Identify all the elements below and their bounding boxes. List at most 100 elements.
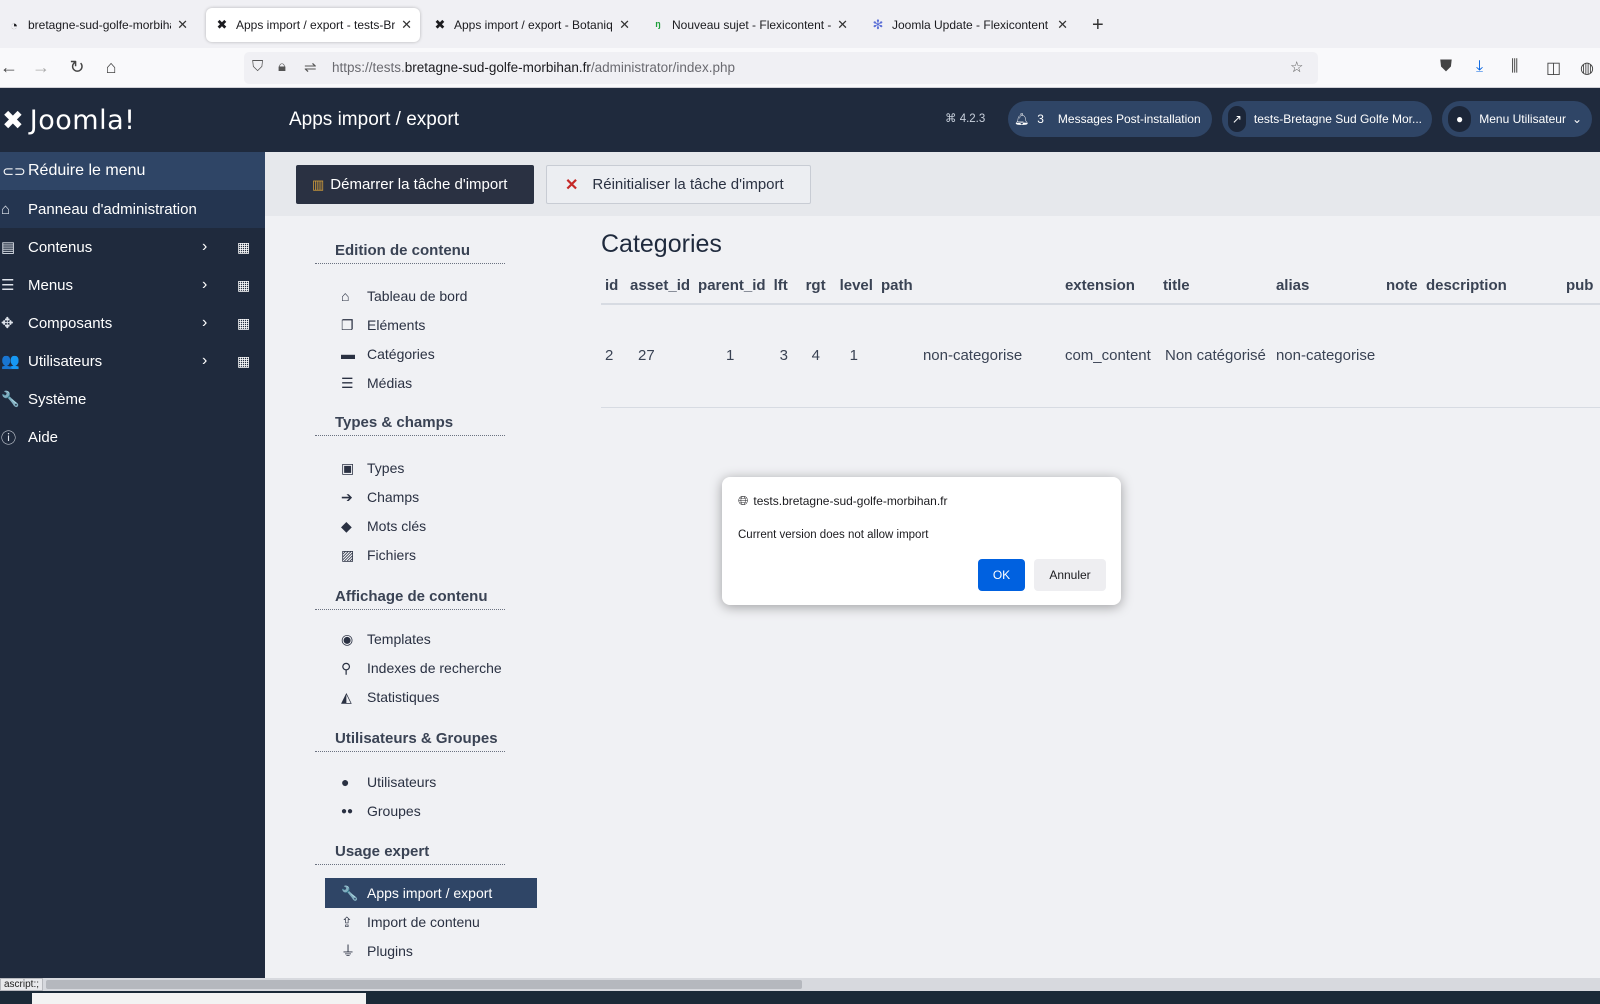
chart-icon: ◭ [341,688,352,705]
reset-import-button[interactable]: ✕ Réinitialiser la tâche d'import [546,165,811,204]
table-cell [1561,304,1600,408]
browser-tab[interactable]: ◔ bretagne-sud-golfe-morbihan.f ✕ [0,8,196,42]
permissions-icon[interactable]: ⇌ [304,58,317,76]
home-icon[interactable]: ⌂ [100,57,122,78]
dialog-message: Current version does not allow import [738,529,929,541]
subnav-item-apps-import-export[interactable]: 🔧 Apps import / export [325,878,537,908]
user-menu-label: Menu Utilisateur [1479,112,1566,126]
chevron-right-icon[interactable]: › [202,314,207,332]
cancel-button[interactable]: Annuler [1034,559,1106,591]
subnav-item-categories[interactable]: ▬ Catégories [341,339,543,369]
sidebar-item-users[interactable]: 👥 Utilisateurs › ▦ [0,342,265,380]
dashboard-grid-icon[interactable]: ▦ [237,315,250,332]
table-cell: 27 [626,304,695,408]
subnav-item-search-indexes[interactable]: ⚲ Indexes de recherche [341,653,543,683]
subnav-item-label: Templates [367,631,431,647]
sidebar-item-content[interactable]: ▤ Contenus › ▦ [0,228,265,266]
dialog-origin: 🌐︎ tests.bretagne-sud-golfe-morbihan.fr [738,493,948,509]
dashboard-grid-icon[interactable]: ▦ [237,277,250,294]
subnav-item-files[interactable]: ▨ Fichiers [341,540,543,570]
column-header: pub [1561,268,1600,305]
sidebar-item-label: Aide [28,428,59,446]
new-tab-button[interactable]: + [1092,14,1104,37]
browser-tab[interactable]: ✖ Apps import / export - Botaniq ✕ [424,8,638,42]
subnav-item-users[interactable]: ● Utilisateurs [341,767,543,797]
tab-title: bretagne-sud-golfe-morbihan.f [28,18,171,32]
users-icon: 👥 [1,353,20,370]
subnav-item-items[interactable]: ❐ Eléments [341,310,543,340]
confirm-dialog: 🌐︎ tests.bretagne-sud-golfe-morbihan.fr … [722,477,1121,605]
joomla-logo[interactable]: ✖ Joomla! [0,88,265,152]
subnav-item-dashboard[interactable]: ⌂ Tableau de bord [341,281,543,311]
subnav-item-plugins[interactable]: ⏚ Plugins [341,936,543,966]
browser-tab-active[interactable]: ✖ Apps import / export - tests-Bre ✕ [206,8,420,42]
close-icon[interactable]: ✕ [1057,17,1068,33]
subnav-item-label: Indexes de recherche [367,660,502,676]
column-header: parent_id [694,268,770,305]
lock-icon[interactable]: 🔒︎ [278,58,286,75]
post-install-messages-button[interactable]: 🔔︎ 3 Messages Post-installation [1008,101,1212,137]
info-icon: ⓘ [1,429,17,447]
subnav-item-fields[interactable]: ➔ Champs [341,482,543,512]
forward-icon[interactable]: → [30,57,52,78]
taskbar-search-box[interactable] [32,993,366,1004]
browser-tab[interactable]: ✻ Joomla Update - Flexicontent R ✕ [862,8,1076,42]
sidebar-item-label: Système [28,390,87,408]
library-icon[interactable]: ⫼ [1511,58,1518,76]
dashboard-grid-icon[interactable]: ▦ [237,239,250,256]
subnav-item-content-import[interactable]: ⇪ Import de contenu [341,907,543,937]
subnav-item-groups[interactable]: ●● Groupes [341,796,543,826]
ok-button[interactable]: OK [978,559,1025,591]
close-icon[interactable]: ✕ [837,17,848,33]
collapse-menu-button[interactable]: ⊂⊃ Réduire le menu [0,152,265,190]
site-link-button[interactable]: ↗ tests-Bretagne Sud Golfe Mor... [1222,101,1432,137]
close-icon[interactable]: ✕ [401,17,412,33]
version-badge: ⌘ 4.2.3 [945,113,986,125]
account-icon[interactable]: ◍ [1580,58,1594,78]
table-cell: com_content [1060,304,1159,408]
table-cell [1381,304,1422,408]
dashboard-grid-icon[interactable]: ▦ [237,353,250,370]
sidebar-item-label: Menus [28,276,74,294]
sidebar-item-help[interactable]: ⓘ Aide [0,418,265,456]
close-icon[interactable]: ✕ [619,17,630,33]
sidebar-item-menus[interactable]: ☰ Menus › ▦ [0,266,265,304]
sidebar-toggle-icon[interactable]: ◫ [1546,58,1561,78]
start-import-button[interactable]: ▥ Démarrer la tâche d'import [296,165,534,204]
table-cell: non-categorise [1271,304,1382,408]
globe-icon: 🌐︎ [738,493,749,508]
joomla-icon: ✖ [216,17,228,32]
subnav-item-tags[interactable]: ◆ Mots clés [341,511,543,541]
subnav-section-title: Edition de contenu [315,242,505,264]
browser-tab[interactable]: ᵑ Nouveau sujet - Flexicontent - F ✕ [642,8,856,42]
subnav-item-types[interactable]: ▣ Types [341,453,543,483]
sidebar-item-system[interactable]: 🔧 Système [0,380,265,418]
subnav-section-title: Utilisateurs & Groupes [315,730,505,752]
subnav-item-label: Statistiques [367,689,440,705]
search-icon: ⚲ [341,659,352,676]
subnav-item-templates[interactable]: ◉ Templates [341,624,543,654]
table-cell: 4 [801,304,836,408]
chevron-right-icon[interactable]: › [202,276,207,294]
subnav-item-statistics[interactable]: ◭ Statistiques [341,682,543,712]
sidebar-item-dashboard[interactable]: ⌂ Panneau d'administration [0,190,265,228]
scrollbar-thumb[interactable] [46,980,802,989]
table-cell: 1 [835,304,877,408]
shield-icon[interactable]: ⛉ [252,58,263,75]
pocket-icon[interactable]: ⛊ [1440,58,1452,76]
chevron-right-icon[interactable]: › [202,238,207,256]
sidebar-item-components[interactable]: ✥ Composants › ▦ [0,304,265,342]
joomla-icon: ✖ [434,17,446,32]
address-bar[interactable]: ⛉ 🔒︎ ⇌ https://tests.bretagne-sud-golfe-… [244,52,1318,84]
bookmark-star-icon[interactable]: ☆ [1290,58,1303,76]
subnav-item-media[interactable]: ☰ Médias [341,368,543,398]
close-icon[interactable]: ✕ [177,17,188,33]
download-icon[interactable]: ⤓ [1476,58,1483,76]
action-toolbar: ▥ Démarrer la tâche d'import ✕ Réinitial… [265,152,1600,216]
back-icon[interactable]: ← [0,57,20,78]
chevron-right-icon[interactable]: › [202,352,207,370]
user-menu-button[interactable]: ● Menu Utilisateur ⌄ [1442,101,1592,137]
reload-icon[interactable]: ↻ [66,57,88,78]
horizontal-scrollbar[interactable]: ascript:; [0,978,1600,991]
subnav-item-label: Groupes [367,803,421,819]
